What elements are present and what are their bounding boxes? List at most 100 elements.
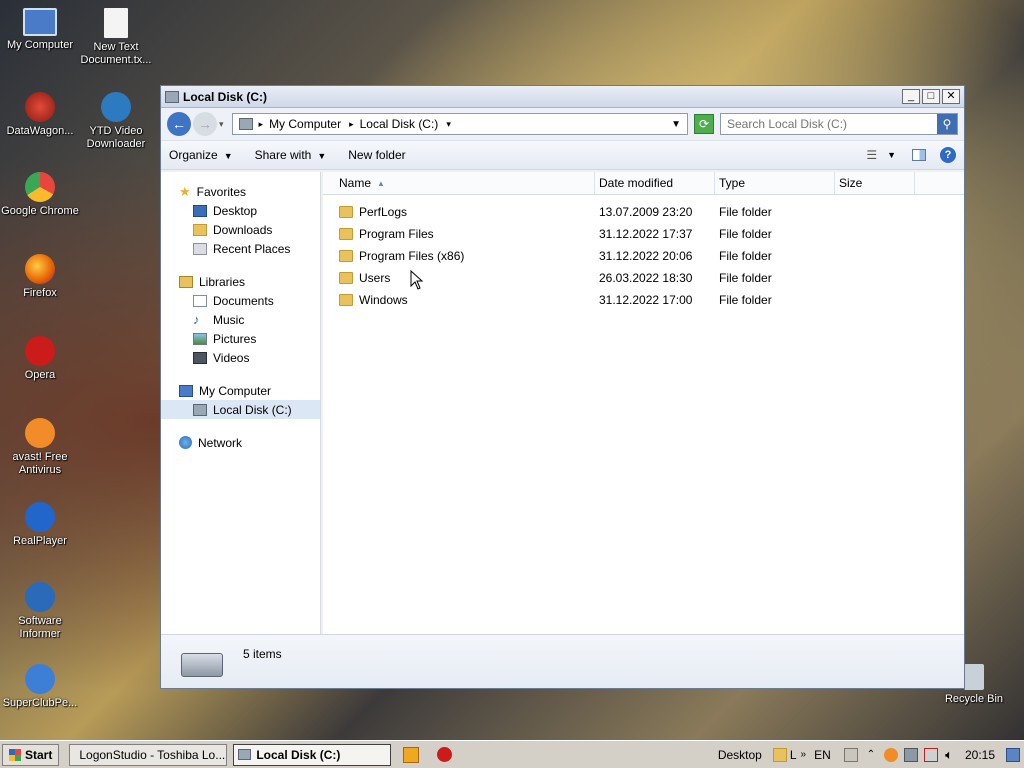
maximize-button[interactable]: □	[922, 89, 940, 104]
chevron-right-icon[interactable]: ▸	[349, 119, 354, 130]
column-header-date[interactable]: Date modified	[595, 172, 715, 194]
minimize-button[interactable]: _	[902, 89, 920, 104]
pictures-icon	[193, 332, 207, 345]
nav-my-computer[interactable]: My Computer	[161, 381, 320, 400]
desktop-icon-ytd-video-downloader[interactable]: YTD Video Downloader	[76, 92, 156, 151]
network-icon	[179, 436, 192, 449]
back-button[interactable]: ←	[167, 112, 191, 136]
folder-icon	[339, 228, 353, 240]
superclub-icon	[25, 664, 55, 694]
close-icon: ✕	[946, 90, 956, 102]
preview-pane-icon[interactable]	[912, 149, 926, 161]
nav-label: Desktop	[213, 203, 258, 218]
start-label: Start	[25, 747, 53, 762]
desktop-icon-superclub[interactable]: SuperClubPe...	[0, 664, 80, 710]
address-dropdown-icon[interactable]: ▼	[671, 119, 681, 130]
nav-recent-places[interactable]: Recent Places	[161, 239, 320, 258]
desktop-icon-firefox[interactable]: Firefox	[0, 254, 80, 300]
avast-icon	[25, 418, 55, 448]
column-header-size[interactable]: Size	[835, 172, 915, 194]
file-date: 31.12.2022 20:06	[599, 249, 693, 263]
volume-icon[interactable]: 🔈︎	[945, 747, 953, 763]
column-header-name[interactable]: Name ▲	[323, 172, 595, 194]
toolbar-overflow-label: L	[789, 747, 797, 762]
chevron-down-icon[interactable]: ▾	[446, 119, 451, 130]
file-date: 26.03.2022 18:30	[599, 271, 693, 285]
breadcrumb-local-disk[interactable]: Local Disk (C:)	[360, 117, 439, 131]
view-options-icon[interactable]: ☰	[866, 148, 877, 162]
desktop-icon-opera[interactable]: Opera	[0, 336, 80, 382]
taskbar-item-local-disk[interactable]: Local Disk (C:)	[233, 743, 392, 766]
security-tray-icon[interactable]	[924, 747, 939, 762]
breadcrumb-my-computer[interactable]: My Computer	[269, 117, 341, 131]
nav-label: Libraries	[199, 274, 246, 289]
firefox-icon	[25, 254, 55, 284]
table-row[interactable]: PerfLogs 13.07.2009 23:20 File folder	[323, 201, 964, 223]
column-headers: Name ▲ Date modified Type Size	[323, 172, 964, 195]
computer-icon	[23, 8, 57, 36]
nav-desktop[interactable]: Desktop	[161, 201, 320, 220]
new-folder-button[interactable]: New folder	[348, 148, 405, 162]
table-row[interactable]: Program Files (x86) 31.12.2022 20:06 Fil…	[323, 245, 964, 267]
refresh-button[interactable]: ⟳	[694, 114, 714, 134]
file-type: File folder	[719, 293, 772, 307]
avast-tray-icon[interactable]	[884, 747, 899, 762]
organize-button[interactable]: Organize ▼	[169, 148, 233, 162]
column-header-type[interactable]: Type	[715, 172, 835, 194]
history-dropdown-icon[interactable]: ▾	[219, 119, 224, 130]
chevron-down-icon: ▼	[223, 151, 233, 161]
folder-icon	[339, 272, 353, 284]
search-button[interactable]: ⚲	[937, 114, 957, 134]
table-row[interactable]: Program Files 31.12.2022 17:37 File fold…	[323, 223, 964, 245]
table-row[interactable]: Windows 31.12.2022 17:00 File folder	[323, 289, 964, 311]
share-with-button[interactable]: Share with ▼	[255, 148, 327, 162]
folder-icon[interactable]	[772, 747, 787, 762]
help-icon[interactable]: ?	[940, 147, 956, 163]
taskbar-item-logonstudio[interactable]: LogonStudio - Toshiba Lo...	[69, 743, 228, 766]
opera-icon[interactable]	[437, 747, 453, 762]
close-button[interactable]: ✕	[942, 89, 960, 104]
search-box[interactable]: ⚲	[720, 113, 958, 135]
chevron-up-icon[interactable]: ⌃	[867, 749, 875, 760]
search-icon: ⚲	[942, 117, 952, 131]
desktop-icon-avast[interactable]: avast! Free Antivirus	[0, 418, 80, 477]
nav-pictures[interactable]: Pictures	[161, 329, 320, 348]
desktop-icon-google-chrome[interactable]: Google Chrome	[0, 172, 80, 218]
keyboard-icon[interactable]	[843, 747, 858, 762]
nav-libraries[interactable]: Libraries	[161, 272, 320, 291]
desktop-icon-software-informer[interactable]: Software Informer	[0, 582, 80, 641]
desktop-icon-label: Firefox	[23, 287, 57, 299]
taskbar-item-label: LogonStudio - Toshiba Lo...	[79, 747, 226, 762]
nav-videos[interactable]: Videos	[161, 348, 320, 367]
chevron-right-icon[interactable]: ▸	[259, 119, 264, 130]
desktop-icon-my-computer[interactable]: My Computer	[0, 8, 80, 52]
chevron-double-right-icon[interactable]: »	[801, 749, 807, 760]
desktop-toolbar-label[interactable]: Desktop	[718, 748, 762, 762]
language-indicator[interactable]: EN	[814, 748, 831, 762]
nav-network[interactable]: Network	[161, 433, 320, 452]
search-input[interactable]	[721, 116, 937, 132]
file-name: PerfLogs	[359, 205, 408, 219]
view-dropdown-icon[interactable]: ▼	[887, 150, 896, 160]
desktop-icon-new-text-document[interactable]: New Text Document.tx...	[76, 8, 156, 67]
nav-label: My Computer	[199, 383, 272, 398]
forward-button[interactable]: →	[193, 112, 217, 136]
mouse-cursor-icon	[410, 270, 424, 290]
nav-local-disk-c[interactable]: Local Disk (C:)	[161, 400, 320, 419]
clock[interactable]: 20:15	[965, 748, 995, 762]
realplayer-icon	[25, 502, 55, 532]
desktop-icon-realplayer[interactable]: RealPlayer	[0, 502, 80, 548]
show-desktop-icon[interactable]	[1006, 747, 1020, 762]
folder-icon	[339, 294, 353, 306]
network-tray-icon[interactable]	[904, 747, 919, 762]
media-player-icon[interactable]	[403, 746, 420, 763]
address-bar[interactable]: ▸ My Computer ▸ Local Disk (C:) ▾ ▼	[231, 113, 688, 135]
nav-favorites[interactable]: ★ Favorites	[161, 182, 320, 201]
nav-music[interactable]: ♪ Music	[161, 310, 320, 329]
desktop-icon-datawagon[interactable]: DataWagon...	[0, 92, 80, 138]
nav-downloads[interactable]: Downloads	[161, 220, 320, 239]
nav-documents[interactable]: Documents	[161, 291, 320, 310]
title-bar[interactable]: Local Disk (C:) _ □ ✕	[161, 86, 964, 108]
desktop-icon-label: Google Chrome	[1, 205, 79, 217]
start-button[interactable]: Start	[2, 743, 60, 766]
